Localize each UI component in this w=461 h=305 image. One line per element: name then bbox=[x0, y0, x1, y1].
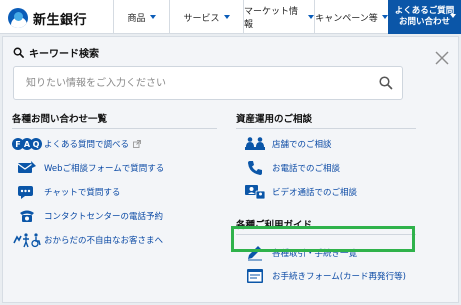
caret-down-icon bbox=[149, 15, 156, 19]
faq-icon: F A Q bbox=[12, 136, 42, 152]
accessibility-icon bbox=[12, 232, 42, 248]
nav-faq-line2: お問い合わせ bbox=[398, 17, 450, 27]
contact-section-title: 各種お問い合わせ一覧 bbox=[12, 114, 108, 125]
guide-item-procedure-form-label: お手続きフォーム(カード再発行等) bbox=[272, 272, 406, 282]
caret-down-icon bbox=[223, 15, 230, 19]
contact-item-web-form[interactable]: Webご相談フォームで質問する bbox=[12, 159, 164, 177]
nav-services-label: サービス bbox=[183, 13, 220, 24]
consult-item-video[interactable]: ビデオ通話でのご相談 bbox=[240, 183, 357, 201]
nav-faq-contact[interactable]: よくあるご質問 お問い合わせ bbox=[388, 0, 461, 34]
divider bbox=[236, 128, 416, 129]
logo-text: 新生銀行 bbox=[33, 12, 88, 28]
caret-down-icon bbox=[381, 15, 388, 19]
contact-item-web-form-label: Webご相談フォームで質問する bbox=[44, 164, 165, 174]
guide-item-procedure-form[interactable]: お手続きフォーム(カード再発行等) bbox=[240, 267, 406, 285]
contact-item-chat[interactable]: チャットで質問する bbox=[12, 183, 120, 201]
nav-market-info-label: マーケット情報 bbox=[244, 7, 299, 30]
search-icon bbox=[13, 47, 24, 58]
nav-services[interactable]: サービス bbox=[169, 0, 243, 34]
search-section-title: キーワード検索 bbox=[13, 45, 99, 60]
highlight-box bbox=[231, 226, 415, 252]
consult-item-phone-label: お電話でのご相談 bbox=[272, 164, 341, 174]
faq-dropdown-panel: キーワード検索 各種お問い合わせ一覧 F A Q よくある質問で調べる bbox=[2, 36, 459, 303]
search-box bbox=[13, 66, 403, 100]
bank-logo[interactable]: 新生銀行 bbox=[8, 7, 87, 29]
contact-item-phone-reservation[interactable]: コンタクトセンターの電話予約 bbox=[12, 207, 163, 225]
contact-item-accessibility-label: おからだの不自由なお客さまへ bbox=[44, 236, 164, 246]
contact-item-faq[interactable]: F A Q よくある質問で調べる bbox=[12, 135, 141, 153]
contact-item-faq-label: よくある質問で調べる bbox=[44, 140, 130, 150]
caret-down-icon bbox=[450, 14, 456, 18]
nav-products[interactable]: 商品 bbox=[113, 0, 169, 34]
contact-item-accessibility[interactable]: おからだの不自由なお客さまへ bbox=[12, 231, 163, 249]
external-link-icon bbox=[133, 140, 141, 148]
contact-item-phone-reservation-label: コンタクトセンターの電話予約 bbox=[44, 212, 164, 222]
store-consult-icon bbox=[240, 136, 270, 152]
contact-item-chat-label: チャットで質問する bbox=[44, 188, 121, 198]
phone-icon bbox=[12, 208, 42, 224]
divider bbox=[12, 128, 217, 129]
nav-campaigns-label: キャンペーン等 bbox=[315, 13, 378, 24]
search-input[interactable] bbox=[14, 67, 374, 99]
form-icon bbox=[240, 268, 270, 284]
consult-item-phone[interactable]: お電話でのご相談 bbox=[240, 159, 340, 177]
svg-text:Q: Q bbox=[33, 140, 40, 149]
nav-market-info[interactable]: マーケット情報 bbox=[243, 0, 314, 34]
video-call-icon bbox=[240, 184, 270, 200]
consult-section-title: 資産運用のご相談 bbox=[236, 114, 313, 125]
consult-item-store-label: 店舗でのご相談 bbox=[272, 140, 332, 150]
nav-products-label: 商品 bbox=[127, 13, 146, 24]
web-form-icon bbox=[12, 160, 42, 176]
logo-mark-icon bbox=[8, 8, 28, 28]
chat-icon bbox=[12, 184, 42, 200]
search-title-text: キーワード検索 bbox=[29, 49, 99, 60]
consult-item-video-label: ビデオ通話でのご相談 bbox=[272, 188, 358, 198]
search-button-icon[interactable] bbox=[378, 75, 394, 91]
site-header: 新生銀行 商品 サービス マーケット情報 キャンペーン等 よくあるご質問 お問い… bbox=[0, 0, 461, 34]
nav-campaigns[interactable]: キャンペーン等 bbox=[314, 0, 388, 34]
close-icon[interactable] bbox=[434, 50, 450, 66]
phone-consult-icon bbox=[240, 160, 270, 176]
svg-text:F: F bbox=[15, 140, 20, 149]
svg-text:A: A bbox=[24, 140, 31, 149]
consult-item-store[interactable]: 店舗でのご相談 bbox=[240, 135, 332, 153]
